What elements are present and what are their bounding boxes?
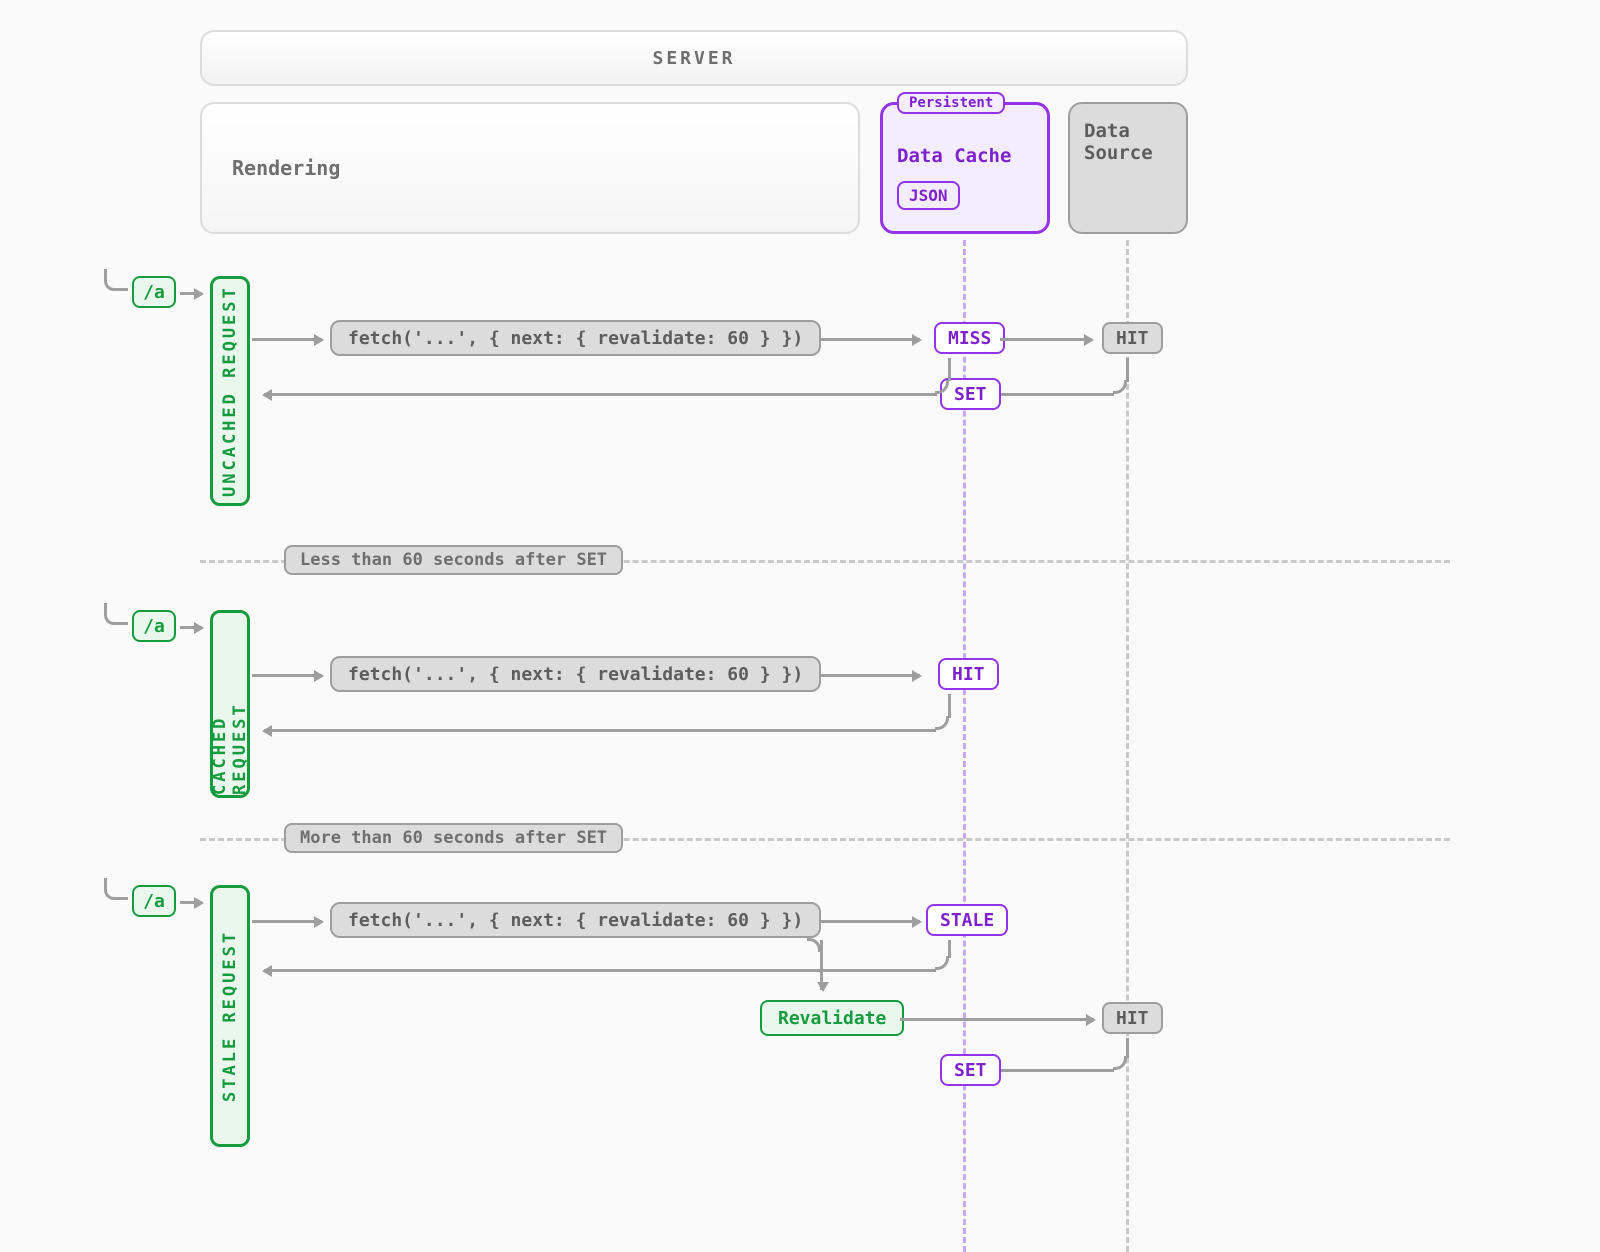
fetch-code-stale: fetch('...', { next: { revalidate: 60 } … (330, 902, 821, 938)
arrow-left-icon (992, 393, 1114, 396)
section-uncached: UNCACHED REQUEST (210, 276, 250, 506)
revalidate-chip: Revalidate (760, 1000, 904, 1036)
route-a-stale: /a (132, 885, 176, 917)
arrow-right-icon (820, 674, 920, 677)
json-chip: JSON (897, 181, 960, 210)
arrow-right-icon (252, 338, 322, 341)
connector (935, 956, 949, 970)
rendering-box: Rendering (200, 102, 860, 234)
arrow-left-icon (992, 1069, 1114, 1072)
fetch-code-cached: fetch('...', { next: { revalidate: 60 } … (330, 656, 821, 692)
arrow-left-icon (264, 393, 937, 396)
connector (1126, 358, 1129, 382)
data-cache-title: Data Cache (897, 145, 1033, 167)
route-a-uncached: /a (132, 276, 176, 308)
arrow-left-icon (264, 969, 936, 972)
arrow-right-icon (1000, 338, 1092, 341)
route-hook-icon (104, 269, 128, 291)
arrow-right-icon (252, 920, 322, 923)
connector (948, 694, 951, 718)
connector (935, 716, 949, 730)
connector (1113, 1056, 1127, 1070)
connector (948, 358, 951, 381)
arrow-right-icon (180, 292, 202, 295)
arrow-right-icon (820, 338, 920, 341)
section-stale: STALE REQUEST (210, 885, 250, 1147)
arrow-right-icon (180, 901, 202, 904)
arrow-right-icon (180, 626, 202, 629)
route-a-cached: /a (132, 610, 176, 642)
connector (1113, 380, 1127, 394)
hit-chip-source-2: HIT (1102, 1002, 1163, 1034)
lane-data-source (1126, 240, 1129, 1252)
stale-chip: STALE (926, 904, 1008, 936)
separator-more-60-label: More than 60 seconds after SET (284, 823, 623, 853)
set-chip-2: SET (940, 1054, 1001, 1086)
route-hook-icon (104, 603, 128, 625)
section-cached: CACHED REQUEST (210, 610, 250, 798)
fetch-code-uncached: fetch('...', { next: { revalidate: 60 } … (330, 320, 821, 356)
set-chip: SET (940, 378, 1001, 410)
separator-less-60-label: Less than 60 seconds after SET (284, 545, 623, 575)
arrow-right-icon (820, 920, 920, 923)
arrow-right-icon (900, 1018, 1094, 1021)
connector (807, 938, 821, 952)
server-header: SERVER (200, 30, 1188, 86)
route-hook-icon (104, 878, 128, 900)
persistent-tag: Persistent (897, 92, 1005, 114)
hit-chip-cache: HIT (938, 658, 999, 690)
arrow-right-icon (252, 674, 322, 677)
arrow-left-icon (264, 729, 936, 732)
data-cache-box: Persistent Data Cache JSON (880, 102, 1050, 234)
data-source-box: Data Source (1068, 102, 1188, 234)
connector (1126, 1038, 1129, 1058)
hit-chip-source: HIT (1102, 322, 1163, 354)
miss-chip: MISS (934, 322, 1005, 354)
